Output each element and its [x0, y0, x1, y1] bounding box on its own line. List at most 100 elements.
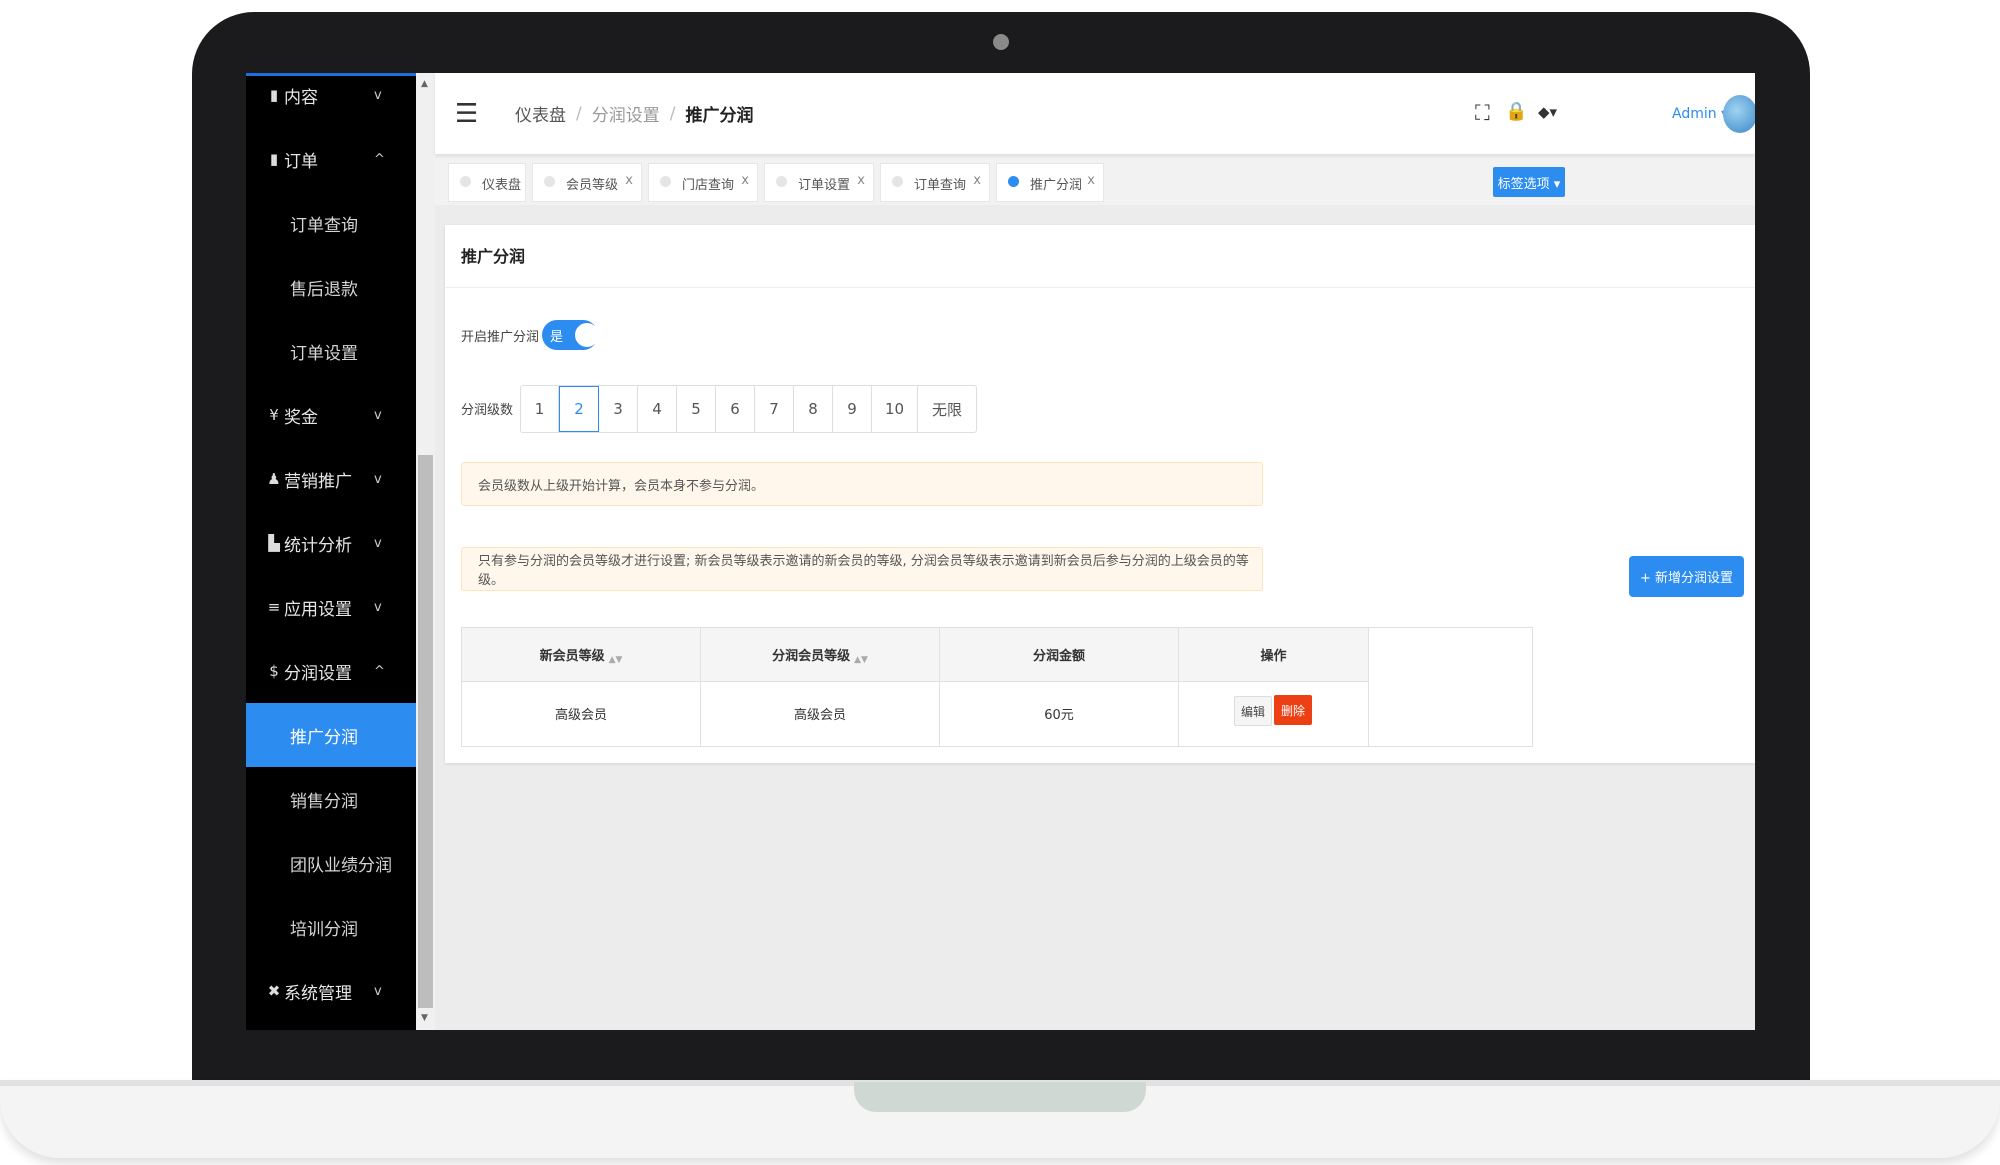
sidebar-subitem-order-settings[interactable]: 订单设置 [246, 319, 416, 383]
breadcrumb-separator: / [669, 103, 676, 124]
cell-new-level: 高级会员 [554, 707, 607, 723]
levels-label: 分润级数 [461, 403, 514, 418]
scrollbar-thumb[interactable] [418, 455, 433, 1008]
level-option-selected[interactable]: 2 [559, 386, 599, 432]
tab-store-query[interactable]: 门店查询 x [648, 163, 758, 202]
column-divider [1178, 628, 1179, 746]
sidebar-subitem-sales-profit[interactable]: 销售分润 [246, 767, 416, 831]
delete-button[interactable]: 删除 [1274, 695, 1312, 725]
info-alert: 只有参与分润的会员等级才进行设置; 新会员等级表示邀请的新会员的等级, 分润会员… [461, 547, 1263, 591]
chevron-up-icon: ^ [374, 151, 385, 167]
table-header-profit-level[interactable]: 分润会员等级 ▲▼ [701, 628, 939, 681]
bar-chart-icon: ▙ [268, 534, 280, 552]
chevron-down-icon: v [374, 599, 382, 615]
breadcrumb-item[interactable]: 分润设置 [592, 101, 660, 126]
sidebar-item-statistics[interactable]: ▙ 统计分析 v [246, 511, 416, 575]
dollar-icon: $ [269, 662, 279, 680]
avatar[interactable] [1723, 95, 1755, 133]
close-icon[interactable]: x [857, 173, 865, 188]
tab-status-dot-icon [460, 176, 471, 187]
table-header-actions: 操作 [1179, 628, 1368, 681]
sidebar-item-label: 统计分析 [284, 535, 352, 556]
sidebar-subitem-label: 订单设置 [290, 343, 358, 364]
profit-settings-card: 推广分润 开启推广分润 是 分润级数 1 2 3 4 5 6 7 8 9 10 … [445, 225, 1755, 763]
level-option[interactable]: 5 [677, 386, 716, 432]
lock-icon[interactable]: 🔒 [1505, 101, 1527, 122]
document-icon: ▮ [269, 86, 279, 104]
admin-user-menu[interactable]: Admin ▾ [1672, 106, 1728, 122]
sidebar-subitem-refund[interactable]: 售后退款 [246, 255, 416, 319]
sidebar-item-orders[interactable]: ▮ 订单 ^ [246, 127, 416, 191]
level-option[interactable]: 7 [755, 386, 794, 432]
sidebar-subitem-label: 订单查询 [290, 215, 358, 236]
sidebar-item-system[interactable]: ✖ 系统管理 v [246, 959, 416, 1023]
sidebar-item-profit-settings[interactable]: $ 分润设置 ^ [246, 639, 416, 703]
gamepad-icon: ♟ [267, 470, 281, 488]
document-icon: ▮ [269, 150, 279, 168]
breadcrumb-current: 推广分润 [685, 106, 754, 126]
sidebar-item-content[interactable]: ▮ 内容 v [246, 73, 416, 127]
level-option[interactable]: 1 [521, 386, 559, 432]
column-divider [1368, 628, 1369, 746]
sidebar-subitem-team-profit[interactable]: 团队业绩分润 [246, 831, 416, 895]
camera-icon [993, 34, 1009, 50]
sidebar-item-label: 内容 [284, 87, 318, 108]
scroll-up-arrow-icon[interactable]: ▲ [421, 79, 428, 89]
table-header-amount: 分润金额 [940, 628, 1178, 681]
chevron-down-icon: v [374, 87, 382, 103]
sort-icon[interactable]: ▲▼ [854, 655, 868, 665]
laptop-notch [854, 1082, 1146, 1112]
enable-toggle[interactable]: 是 [542, 320, 599, 350]
tab-order-settings[interactable]: 订单设置 x [764, 163, 874, 202]
level-option[interactable]: 9 [833, 386, 872, 432]
chevron-down-icon: v [374, 407, 382, 423]
level-option[interactable]: 3 [599, 386, 638, 432]
close-icon[interactable]: x [625, 173, 633, 188]
sidebar-item-label: 营销推广 [284, 471, 352, 492]
sidebar-subitem-label: 团队业绩分润 [290, 855, 392, 876]
close-icon[interactable]: x [741, 173, 749, 188]
sidebar-item-label: 应用设置 [284, 599, 352, 620]
tab-promotion-profit[interactable]: 推广分润 x [996, 163, 1104, 202]
tab-status-dot-icon [776, 176, 787, 187]
scroll-down-arrow-icon[interactable]: ▼ [421, 1013, 428, 1023]
sidebar-item-app-settings[interactable]: ≡ 应用设置 v [246, 575, 416, 639]
menu-toggle-icon[interactable]: ☰ [455, 99, 478, 129]
level-option[interactable]: 无限 [918, 386, 976, 432]
profit-table: 新会员等级 ▲▼ 分润会员等级 ▲▼ 分润金额 操作 高级会员 高级会员 60元… [461, 627, 1533, 747]
tab-order-query[interactable]: 订单查询 x [880, 163, 990, 202]
fullscreen-icon[interactable]: ⛶ [1475, 101, 1490, 126]
toggle-knob [575, 323, 599, 347]
close-icon[interactable]: x [973, 173, 981, 188]
sidebar-scrollbar[interactable]: ▲ ▼ [416, 73, 435, 1030]
sidebar-item-label: 订单 [284, 151, 318, 172]
level-option[interactable]: 8 [794, 386, 833, 432]
chevron-down-icon: v [374, 535, 382, 551]
sort-icon[interactable]: ▲▼ [609, 655, 623, 665]
level-option[interactable]: 4 [638, 386, 677, 432]
add-profit-setting-button[interactable]: + 新增分润设置 [1629, 556, 1744, 597]
tab-dashboard[interactable]: 仪表盘 [448, 163, 526, 202]
tab-status-dot-icon [544, 176, 555, 187]
sidebar-subitem-training-profit[interactable]: 培训分润 [246, 895, 416, 959]
tab-label: 门店查询 [682, 178, 735, 193]
sidebar-item-marketing[interactable]: ♟ 营销推广 v [246, 447, 416, 511]
tab-member-level[interactable]: 会员等级 x [532, 163, 642, 202]
breadcrumb-item[interactable]: 仪表盘 [515, 101, 566, 126]
sidebar-subitem-order-query[interactable]: 订单查询 [246, 191, 416, 255]
edit-button[interactable]: 编辑 [1234, 696, 1272, 726]
breadcrumb: 仪表盘 / 分润设置 / 推广分润 [515, 101, 754, 127]
sidebar-subitem-promotion-profit[interactable]: 推广分润 [246, 703, 416, 767]
toggle-text: 是 [550, 330, 564, 345]
breadcrumb-separator: / [576, 103, 582, 124]
table-header-new-level[interactable]: 新会员等级 ▲▼ [462, 628, 700, 681]
theme-icon[interactable]: ◆▾ [1538, 103, 1557, 121]
tab-label: 推广分润 [1030, 178, 1083, 193]
level-option[interactable]: 6 [716, 386, 755, 432]
sidebar-item-bonus[interactable]: ¥ 奖金 v [246, 383, 416, 447]
sidebar: ▮ 内容 v ▮ 订单 ^ 订单查询 售后退款 订单设置 ¥ 奖金 v ♟ 营销… [246, 73, 416, 1030]
tab-options-button[interactable]: 标签选项 ▾ [1493, 167, 1565, 197]
sidebar-item-label: 奖金 [284, 407, 318, 428]
close-icon[interactable]: x [1087, 173, 1095, 188]
level-option[interactable]: 10 [872, 386, 918, 432]
